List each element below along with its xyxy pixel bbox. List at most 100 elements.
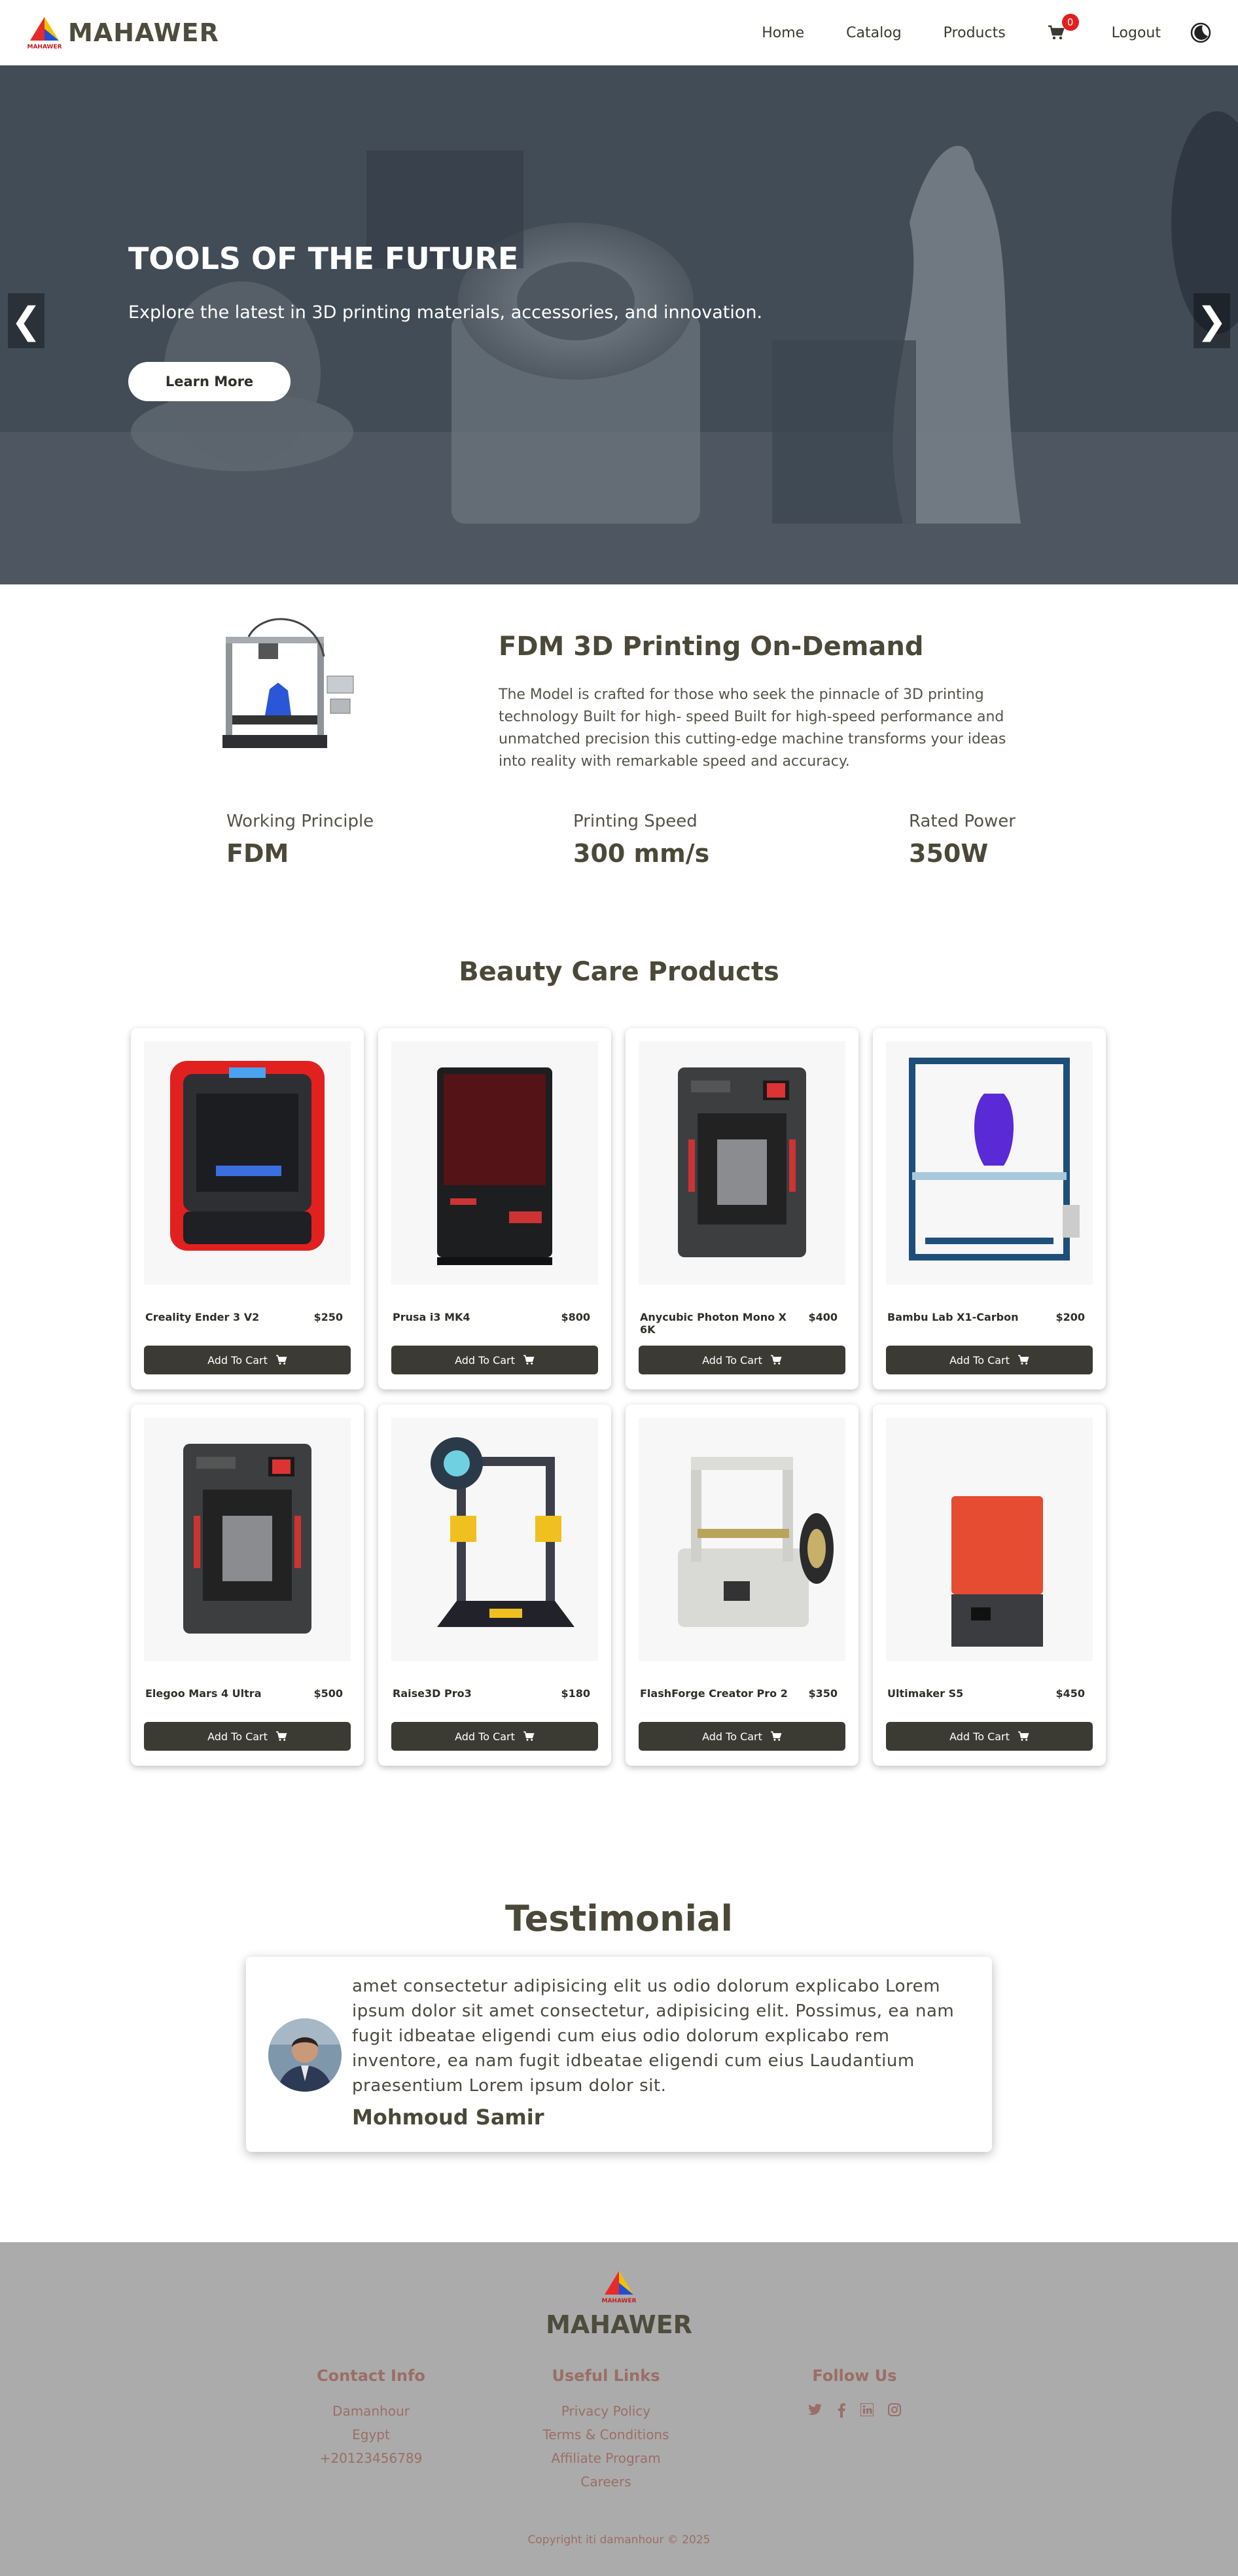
logo-caption: MAHAWER bbox=[27, 44, 62, 50]
featured-printer-image bbox=[222, 618, 354, 748]
feature-title: FDM 3D Printing On-Demand bbox=[499, 632, 924, 662]
product-image[interactable] bbox=[886, 1041, 1093, 1285]
linkedin-icon[interactable] bbox=[860, 2403, 874, 2416]
add-to-cart-button[interactable]: Add To Cart bbox=[144, 1346, 351, 1374]
carousel-prev-button[interactable]: ❮ bbox=[8, 293, 44, 348]
products-section-title: Beauty Care Products bbox=[459, 957, 779, 987]
facebook-icon[interactable] bbox=[837, 2403, 846, 2418]
hero-title: TOOLS OF THE FUTURE bbox=[128, 241, 519, 276]
footer-column-title: Contact Info bbox=[317, 2367, 425, 2385]
add-to-cart-label: Add To Cart bbox=[702, 1353, 762, 1367]
nav-link-products[interactable]: Products bbox=[944, 25, 1006, 41]
add-to-cart-label: Add To Cart bbox=[455, 1353, 515, 1367]
product-name: Prusa i3 MK4 bbox=[393, 1311, 470, 1323]
product-price: $400 bbox=[808, 1311, 838, 1323]
cart-button[interactable]: 0 bbox=[1048, 14, 1079, 44]
footer-link-affiliate[interactable]: Affiliate Program bbox=[514, 2446, 698, 2470]
add-to-cart-button[interactable]: Add To Cart bbox=[639, 1346, 845, 1374]
add-to-cart-button[interactable]: Add To Cart bbox=[886, 1346, 1093, 1374]
brand-name: MAHAWER bbox=[68, 18, 219, 47]
product-image[interactable] bbox=[886, 1418, 1093, 1661]
footer-column-title: Follow Us bbox=[812, 2367, 897, 2385]
testimonial-author: Mohmoud Samir bbox=[352, 2105, 544, 2130]
navbar: MAHAWER MAHAWER Home Catalog Products 0 … bbox=[0, 0, 1238, 65]
add-to-cart-label: Add To Cart bbox=[455, 1730, 515, 1743]
add-to-cart-button[interactable]: Add To Cart bbox=[886, 1722, 1093, 1751]
cart-icon bbox=[275, 1731, 287, 1741]
add-to-cart-button[interactable]: Add To Cart bbox=[391, 1346, 598, 1374]
learn-more-button[interactable]: Learn More bbox=[128, 362, 291, 401]
nav-link-home[interactable]: Home bbox=[762, 25, 804, 41]
footer-brand: MAHAWER bbox=[546, 2310, 692, 2339]
hero-subtitle: Explore the latest in 3D printing materi… bbox=[128, 302, 763, 323]
add-to-cart-label: Add To Cart bbox=[207, 1353, 268, 1367]
cart-count-badge: 0 bbox=[1061, 14, 1079, 31]
footer-useful-links: Useful Links Privacy Policy Terms & Cond… bbox=[514, 2367, 698, 2494]
product-card[interactable]: FlashForge Creator Pro 2 $350 Add To Cart bbox=[626, 1404, 858, 1766]
footer-link-careers[interactable]: Careers bbox=[514, 2470, 698, 2494]
product-card[interactable]: Anycubic Photon Mono X 6K $400 Add To Cart bbox=[626, 1028, 858, 1389]
spec-value: 300 mm/s bbox=[573, 839, 710, 868]
spec-value: 350W bbox=[909, 839, 989, 868]
footer-contact-info: Contact Info Damanhour Egypt +2012345678… bbox=[279, 2367, 463, 2470]
product-card[interactable]: Ultimaker S5 $450 Add To Cart bbox=[873, 1404, 1106, 1766]
product-image[interactable] bbox=[391, 1418, 598, 1661]
footer-follow-us: Follow Us bbox=[763, 2367, 946, 2419]
footer-link-terms[interactable]: Terms & Conditions bbox=[514, 2423, 698, 2446]
spec-rated-power: Rated Power 350W bbox=[909, 812, 1016, 868]
product-card[interactable]: Bambu Lab X1-Carbon $200 Add To Cart bbox=[873, 1028, 1106, 1389]
testimonial-section-title: Testimonial bbox=[504, 1898, 734, 1939]
product-price: $250 bbox=[313, 1311, 343, 1323]
product-image[interactable] bbox=[639, 1041, 845, 1285]
product-card[interactable]: Raise3D Pro3 $180 Add To Cart bbox=[378, 1404, 611, 1766]
product-name: Anycubic Photon Mono X 6K bbox=[640, 1311, 787, 1336]
cart-icon bbox=[523, 1355, 535, 1365]
contact-phone[interactable]: +20123456789 bbox=[279, 2446, 463, 2470]
nav-links: Home Catalog Products 0 Logout bbox=[720, 0, 1212, 65]
spec-working-principle: Working Principle FDM bbox=[226, 812, 374, 868]
feature-section: FDM 3D Printing On-Demand The Model is c… bbox=[0, 584, 1238, 925]
hero-background-image bbox=[0, 65, 1238, 584]
hero-carousel: TOOLS OF THE FUTURE Explore the latest i… bbox=[0, 65, 1238, 584]
spec-label: Printing Speed bbox=[573, 812, 698, 831]
contact-country: Egypt bbox=[352, 2427, 390, 2442]
footer-column-title: Useful Links bbox=[552, 2367, 660, 2385]
product-price: $180 bbox=[561, 1687, 590, 1700]
nav-link-catalog[interactable]: Catalog bbox=[846, 25, 902, 41]
add-to-cart-button[interactable]: Add To Cart bbox=[639, 1722, 845, 1751]
logout-link[interactable]: Logout bbox=[1112, 25, 1161, 41]
brand-logo[interactable]: MAHAWER MAHAWER bbox=[26, 14, 219, 51]
product-image[interactable] bbox=[144, 1418, 351, 1661]
product-card[interactable]: Creality Ender 3 V2 $250 Add To Cart bbox=[131, 1028, 364, 1389]
add-to-cart-button[interactable]: Add To Cart bbox=[391, 1722, 598, 1751]
copyright-text: Copyright iti damanhour © 2025 bbox=[527, 2533, 711, 2547]
product-price: $200 bbox=[1055, 1311, 1085, 1323]
instagram-icon[interactable] bbox=[888, 2403, 901, 2416]
footer-logo-caption: MAHAWER bbox=[601, 2298, 636, 2304]
theme-toggle-icon[interactable] bbox=[1190, 22, 1212, 44]
product-card[interactable]: Elegoo Mars 4 Ultra $500 Add To Cart bbox=[131, 1404, 364, 1766]
testimonial-card: amet consectetur adipisicing elit us odi… bbox=[246, 1957, 992, 2152]
product-image[interactable] bbox=[391, 1041, 598, 1285]
cart-icon bbox=[1017, 1731, 1029, 1741]
cart-icon bbox=[523, 1731, 535, 1741]
add-to-cart-label: Add To Cart bbox=[949, 1353, 1010, 1367]
contact-city: Damanhour bbox=[332, 2403, 410, 2419]
carousel-next-button[interactable]: ❯ bbox=[1194, 293, 1230, 348]
product-name: FlashForge Creator Pro 2 bbox=[640, 1687, 788, 1700]
cart-icon bbox=[770, 1731, 782, 1741]
add-to-cart-button[interactable]: Add To Cart bbox=[144, 1722, 351, 1751]
product-image[interactable] bbox=[639, 1418, 845, 1661]
product-card[interactable]: Prusa i3 MK4 $800 Add To Cart bbox=[378, 1028, 611, 1389]
cart-icon bbox=[770, 1355, 782, 1365]
cart-icon bbox=[275, 1355, 287, 1365]
twitter-icon[interactable] bbox=[808, 2403, 822, 2416]
logo-mark-icon: MAHAWER bbox=[27, 17, 62, 50]
product-image[interactable] bbox=[144, 1041, 351, 1285]
social-links bbox=[808, 2403, 901, 2418]
footer-logo-icon: MAHAWER bbox=[601, 2271, 637, 2304]
footer-link-privacy[interactable]: Privacy Policy bbox=[514, 2399, 698, 2423]
testimonial-text: amet consectetur adipisicing elit us odi… bbox=[352, 1977, 955, 2096]
feature-description: The Model is crafted for those who seek … bbox=[499, 687, 1006, 770]
product-price: $500 bbox=[313, 1687, 343, 1700]
